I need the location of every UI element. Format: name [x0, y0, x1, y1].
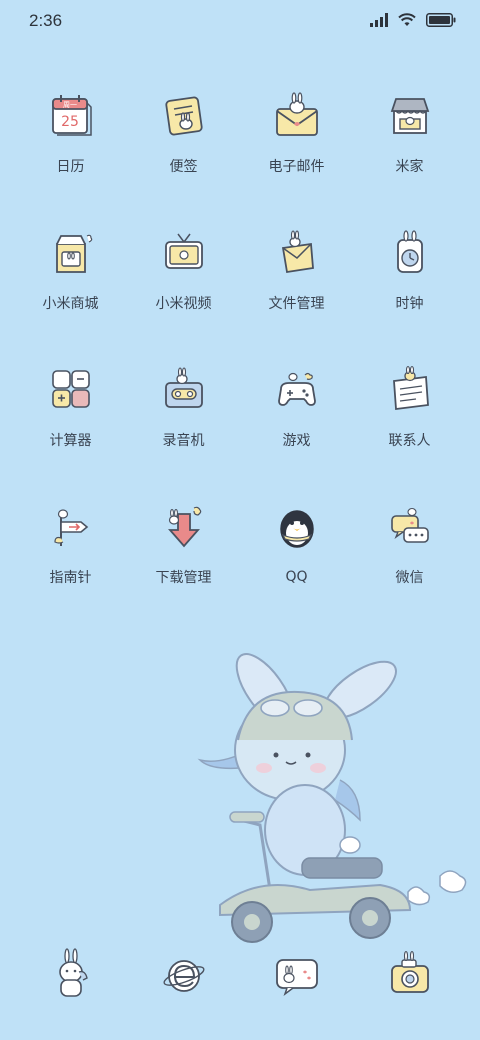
calendar-day-label: 周一 — [63, 101, 77, 109]
app-label: 游戏 — [282, 433, 311, 449]
battery-icon — [426, 13, 456, 27]
app-mail[interactable]: 电子邮件 — [240, 88, 353, 176]
mi-store-icon — [43, 225, 99, 279]
file-manager-icon — [269, 225, 325, 279]
app-label: 下载管理 — [155, 570, 212, 586]
app-label: 小米商城 — [42, 296, 99, 312]
dock-messages[interactable] — [269, 944, 325, 1004]
wifi-icon — [398, 13, 416, 26]
app-wechat[interactable]: 微信 — [353, 499, 466, 587]
app-contacts[interactable]: 联系人 — [353, 362, 466, 450]
download-icon — [156, 499, 212, 553]
app-calendar[interactable]: 周一 25 日历 — [14, 88, 127, 176]
mijia-icon — [382, 88, 438, 142]
dock — [0, 944, 480, 1004]
app-label: 时钟 — [395, 296, 424, 312]
app-recorder[interactable]: 录音机 — [127, 362, 240, 450]
signal-icon — [370, 13, 388, 27]
game-icon — [269, 362, 325, 416]
camera-icon — [390, 950, 429, 993]
app-clock[interactable]: 时钟 — [353, 225, 466, 313]
app-label: 日历 — [56, 159, 85, 175]
qq-icon — [269, 499, 325, 555]
app-mijia[interactable]: 米家 — [353, 88, 466, 176]
app-qq[interactable]: QQ — [240, 499, 353, 587]
bunny-scooter-illustration — [197, 653, 467, 943]
mail-icon — [269, 88, 325, 142]
app-label: 计算器 — [49, 433, 92, 449]
calendar-day-number: 25 — [61, 114, 79, 130]
notes-icon — [156, 88, 212, 142]
app-mi-video[interactable]: 小米视频 — [127, 225, 240, 313]
app-label: 米家 — [395, 159, 424, 175]
contacts-icon — [382, 362, 438, 416]
calculator-icon — [43, 362, 99, 416]
dock-browser[interactable] — [156, 944, 212, 1004]
dock-camera[interactable] — [382, 944, 438, 1004]
recorder-icon — [156, 362, 212, 416]
app-label: 便签 — [169, 159, 198, 175]
phone-icon — [58, 948, 88, 997]
status-time: 2:36 — [29, 11, 63, 30]
app-label: 文件管理 — [268, 296, 325, 312]
calendar-icon: 周一 25 — [43, 88, 99, 142]
status-bar: 2:36 — [0, 0, 480, 42]
app-label: 指南针 — [49, 570, 92, 586]
app-label: 小米视频 — [155, 296, 212, 312]
app-label: 联系人 — [388, 433, 431, 449]
wechat-icon — [382, 499, 438, 553]
mi-video-icon — [156, 225, 212, 279]
compass-icon — [43, 499, 99, 553]
app-grid: 周一 25 日历 便签 电子邮件 米家 小米商城 小米视频 文件管理 时钟 计算… — [0, 88, 480, 587]
app-game[interactable]: 游戏 — [240, 362, 353, 450]
app-label: 录音机 — [162, 433, 205, 449]
app-compass[interactable]: 指南针 — [14, 499, 127, 587]
clock-icon — [382, 225, 438, 279]
app-label: 微信 — [395, 570, 424, 586]
app-notes[interactable]: 便签 — [127, 88, 240, 176]
app-label: 电子邮件 — [268, 159, 325, 175]
app-file-manager[interactable]: 文件管理 — [240, 225, 353, 313]
app-calculator[interactable]: 计算器 — [14, 362, 127, 450]
dock-phone[interactable] — [43, 944, 99, 1004]
app-mi-store[interactable]: 小米商城 — [14, 225, 127, 313]
messages-icon — [275, 959, 318, 997]
app-label: QQ — [285, 569, 308, 585]
browser-icon — [162, 960, 205, 992]
app-download-manager[interactable]: 下载管理 — [127, 499, 240, 587]
